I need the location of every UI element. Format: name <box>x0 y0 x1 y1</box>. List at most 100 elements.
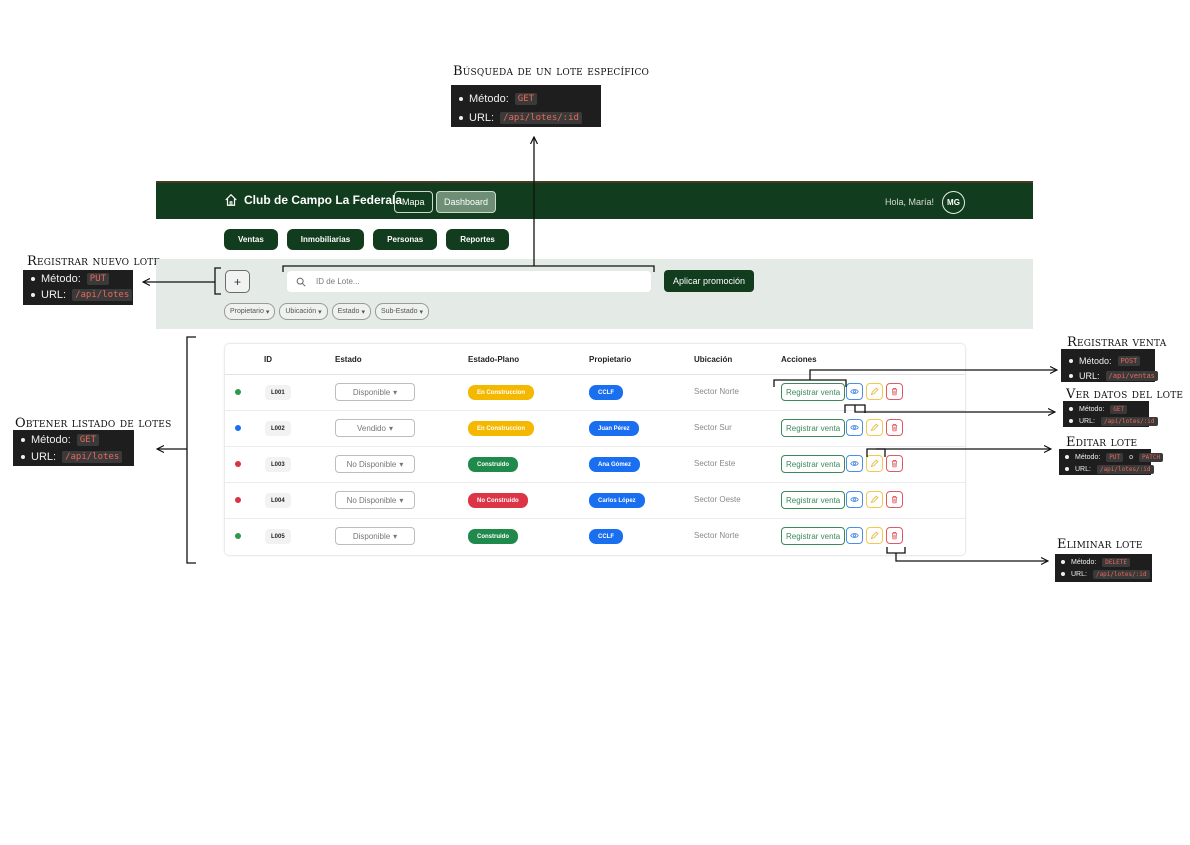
ubicacion-text: Sector Norte <box>694 387 739 396</box>
view-button[interactable] <box>846 527 863 544</box>
http-method: DELETE <box>1102 557 1130 567</box>
estado-plano-badge: No Construido <box>468 493 528 508</box>
estado-select[interactable]: Disponible ▾ <box>335 527 415 545</box>
brand[interactable]: Club de Campo La Federala <box>224 193 402 207</box>
owner-badge: Juan Pérez <box>589 421 639 436</box>
register-sale-button[interactable]: Registrar venta <box>781 527 846 545</box>
ubicacion-text: Sector Oeste <box>694 495 741 504</box>
trash-icon <box>891 459 898 468</box>
annotation-title-delete: Eliminar lote <box>1057 537 1143 552</box>
add-lote-button[interactable]: + <box>225 270 250 293</box>
search-input[interactable]: ID de Lote... <box>287 271 651 292</box>
register-sale-button[interactable]: Registrar venta <box>781 455 846 473</box>
lote-id: L001 <box>265 385 291 400</box>
register-sale-button[interactable]: Registrar venta <box>781 383 846 401</box>
table-header: ID Estado Estado-Plano Propietario Ubica… <box>225 344 965 375</box>
endpoint-url: /api/ventas <box>1105 370 1158 381</box>
apply-promotion-button[interactable]: Aplicar promoción <box>664 270 754 292</box>
status-dot <box>235 425 241 431</box>
url-label: URL: <box>41 289 67 301</box>
estado-plano-badge: Construido <box>468 457 518 472</box>
annotation-title-search: Búsqueda de un lote específico <box>453 64 650 79</box>
view-button[interactable] <box>846 419 863 436</box>
view-button[interactable] <box>846 491 863 508</box>
trash-icon <box>891 495 898 504</box>
endpoint-url: /api/lotes <box>72 289 133 301</box>
eye-icon <box>850 497 859 502</box>
annotation-box-search: Método: GET URL: /api/lotes/:id <box>451 85 601 127</box>
table-row[interactable]: L001 Disponible ▾ En Construccion CCLF Sector… <box>225 375 965 411</box>
tab-personas[interactable]: Personas <box>373 229 438 250</box>
edit-button[interactable] <box>866 383 883 400</box>
filter-label: Ubicación <box>285 308 317 315</box>
avatar[interactable]: MG <box>942 191 965 214</box>
estado-select[interactable]: No Disponible ▾ <box>335 455 415 473</box>
ubicacion-text: Sector Sur <box>694 423 732 432</box>
filter-label: Sub-Estado <box>380 308 418 315</box>
view-button[interactable] <box>846 455 863 472</box>
delete-button[interactable] <box>886 527 903 544</box>
delete-button[interactable] <box>886 419 903 436</box>
tab-reportes[interactable]: Reportes <box>446 229 509 250</box>
endpoint-url: /api/lotes/:id <box>1096 464 1154 474</box>
filter-ubicacion[interactable]: Ubicación ▾ <box>279 303 328 320</box>
register-sale-button[interactable]: Registrar venta <box>781 419 846 437</box>
trash-icon <box>891 423 898 432</box>
annotation-box-edit: Método: PUT o PATCH URL: /api/lotes/:id <box>1059 449 1164 475</box>
table-row[interactable]: L003 No Disponible ▾ Construido Ana Gómez Sec… <box>225 447 965 483</box>
tab-ventas[interactable]: Ventas <box>224 229 278 250</box>
eye-icon <box>850 425 859 430</box>
edit-button[interactable] <box>866 527 883 544</box>
header-id: ID <box>264 355 272 364</box>
method-label: Método: <box>31 433 71 446</box>
filter-sub-estado[interactable]: Sub-Estado ▾ <box>374 303 430 320</box>
pencil-icon <box>870 387 879 396</box>
tab-inmobiliarias[interactable]: Inmobiliarias <box>286 229 365 250</box>
estado-select[interactable]: No Disponible ▾ <box>335 491 415 509</box>
estado-select[interactable]: Vendido ▾ <box>335 419 415 437</box>
eye-icon <box>850 533 859 538</box>
edit-button[interactable] <box>866 491 883 508</box>
table-row[interactable]: L005 Disponible ▾ Construido CCLF Sector Nort… <box>225 519 965 555</box>
register-sale-button[interactable]: Registrar venta <box>781 491 846 509</box>
owner-badge: Carlos López <box>589 493 645 508</box>
table-row[interactable]: L004 No Disponible ▾ No Construido Carlos Ló… <box>225 483 965 519</box>
pencil-icon <box>870 459 879 468</box>
annotation-box-delete: Método: DELETE URL: /api/lotes/:id <box>1055 554 1152 582</box>
status-dot <box>235 389 241 395</box>
filter-label: Estado <box>337 308 360 315</box>
delete-button[interactable] <box>886 455 903 472</box>
table-row[interactable]: L002 Vendido ▾ En Construccion Juan Pérez Sec… <box>225 411 965 447</box>
edit-button[interactable] <box>866 419 883 436</box>
nav-mapa-button[interactable]: Mapa <box>394 191 433 213</box>
http-method: PUT <box>1106 452 1124 462</box>
method-label: Método: <box>1071 558 1097 566</box>
ubicacion-text: Sector Norte <box>694 531 739 540</box>
lote-id: L003 <box>265 457 291 472</box>
estado-plano-badge: En Construccion <box>468 385 535 400</box>
filter-label: Propietario <box>230 308 264 315</box>
edit-button[interactable] <box>866 455 883 472</box>
url-label: URL: <box>1071 570 1087 578</box>
estado-value: Vendido <box>357 423 386 433</box>
filter-propietario[interactable]: Propietario ▾ <box>224 303 276 320</box>
annotation-title-register-new: Registrar nuevo lote <box>27 254 161 269</box>
annotation-box-view: Método: GET URL: /api/lotes/:id <box>1063 401 1158 427</box>
view-button[interactable] <box>846 383 863 400</box>
filter-estado[interactable]: Estado ▾ <box>331 303 371 320</box>
header-ubicacion: Ubicación <box>694 355 733 364</box>
lote-id: L005 <box>265 529 291 544</box>
or-text: o <box>1129 453 1134 461</box>
owner-badge: CCLF <box>589 529 623 544</box>
estado-select[interactable]: Disponible ▾ <box>335 383 415 401</box>
delete-button[interactable] <box>886 383 903 400</box>
caret-down-icon: ▾ <box>361 308 365 316</box>
search-icon <box>296 277 306 287</box>
delete-button[interactable] <box>886 491 903 508</box>
nav-dashboard-button[interactable]: Dashboard <box>436 191 497 213</box>
url-label: URL: <box>1079 417 1095 425</box>
caret-down-icon: ▾ <box>393 531 398 541</box>
status-dot <box>235 533 241 539</box>
url-label: URL: <box>1079 370 1100 381</box>
annotation-title-view: Ver datos del lote <box>1066 387 1184 402</box>
